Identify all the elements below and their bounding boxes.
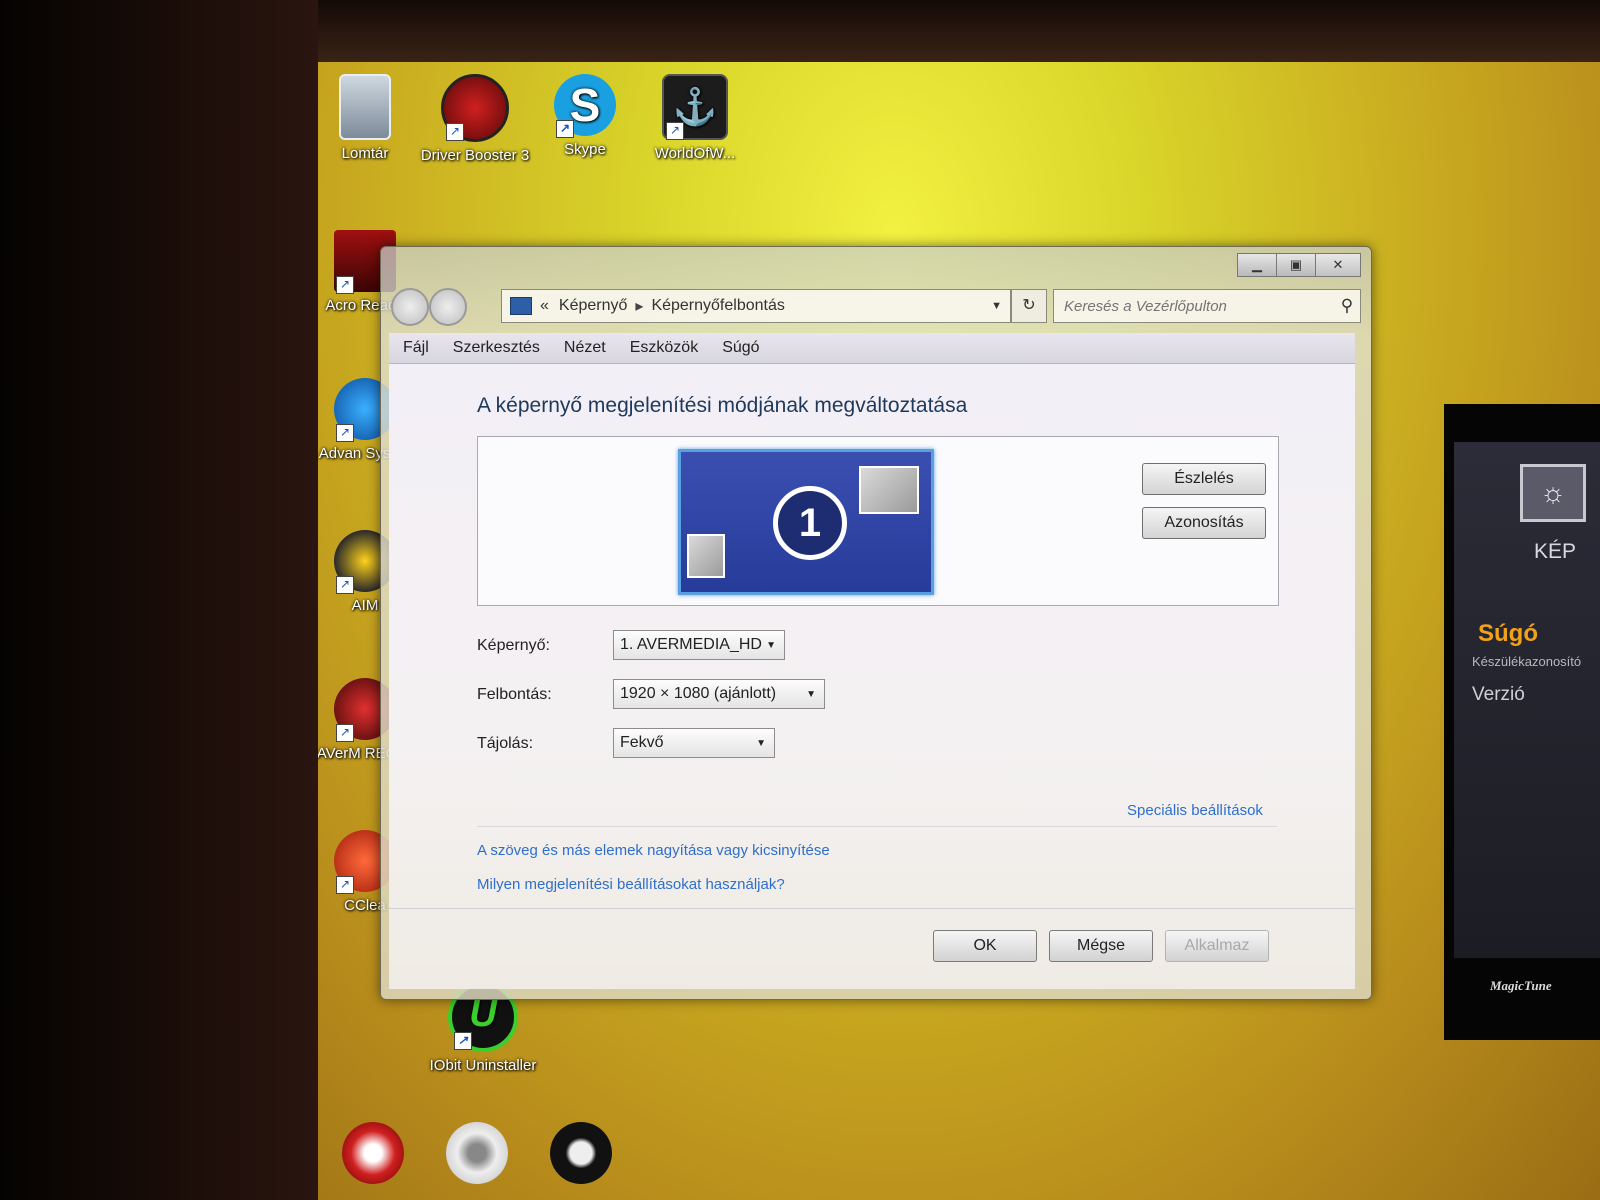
display-settings-help-link[interactable]: Milyen megjelenítési beállításokat haszn… — [477, 876, 785, 893]
monitor-brightness-icon[interactable]: ☼ — [1520, 464, 1586, 522]
minimize-icon: ▁ — [1252, 257, 1262, 272]
maximize-icon: ▣ — [1289, 257, 1303, 272]
menu-file[interactable]: Fájl — [403, 339, 429, 357]
search-box: ⚲ — [1053, 289, 1361, 323]
back-button[interactable] — [391, 288, 429, 326]
cancel-button[interactable]: Mégse — [1049, 930, 1153, 962]
menu-bar: Fájl Szerkesztés Nézet Eszközök Súgó — [389, 333, 1355, 364]
world-of-warships-icon: ⚓ ↗ — [662, 74, 728, 140]
chevron-down-icon: ▼ — [766, 639, 776, 651]
ok-button[interactable]: OK — [933, 930, 1037, 962]
breadcrumb-item-resolution[interactable]: Képernyőfelbontás — [651, 297, 784, 315]
breadcrumb-item-display[interactable]: Képernyő — [559, 297, 628, 315]
caption-buttons: ▁ ▣ ✕ — [1237, 253, 1361, 277]
identify-button[interactable]: Azonosítás — [1142, 507, 1266, 539]
display-select-value: 1. AVERMEDIA_HD — [620, 636, 762, 653]
chevron-down-icon[interactable]: ▼ — [991, 300, 1002, 312]
desktop-icon-bottom-2[interactable] — [422, 1122, 532, 1188]
magictune-menu: ☼ KÉP Súgó Készülékazonosító Verzió — [1454, 442, 1600, 958]
magictune-section-title: KÉP — [1534, 540, 1577, 563]
advanced-settings-link[interactable]: Speciális beállítások — [1127, 802, 1263, 819]
close-icon: ✕ — [1332, 257, 1344, 272]
mini-window-icon — [859, 466, 919, 514]
breadcrumb-separator-icon[interactable]: ▸ — [635, 296, 643, 316]
shortcut-arrow-icon: ↗ — [666, 122, 684, 140]
shortcut-arrow-icon: ↗ — [446, 123, 464, 141]
resolution-label: Felbontás: — [477, 686, 552, 703]
section-divider — [477, 826, 1277, 827]
refresh-icon: ↻ — [1022, 297, 1036, 314]
monitor-thumbnail[interactable]: 1 — [678, 449, 934, 595]
footer-divider — [389, 908, 1355, 909]
menu-tools[interactable]: Eszközök — [630, 339, 698, 357]
refresh-button[interactable]: ↻ — [1011, 289, 1047, 323]
magictune-help-item[interactable]: Súgó — [1478, 620, 1538, 648]
close-button[interactable]: ✕ — [1315, 253, 1361, 277]
desktop-icon-skype[interactable]: S ↗ Skype — [530, 74, 640, 159]
webcam-icon — [446, 1122, 508, 1184]
magictune-panel: ☼ KÉP Súgó Készülékazonosító Verzió Magi… — [1444, 404, 1600, 1040]
desktop-icon-bottom-3[interactable] — [526, 1122, 636, 1188]
minimize-button[interactable]: ▁ — [1237, 253, 1277, 277]
shortcut-arrow-icon: ↗ — [336, 876, 354, 894]
orientation-label: Tájolás: — [477, 735, 534, 752]
resolution-select-value: 1920 × 1080 (ajánlott) — [620, 685, 777, 702]
magictune-version-item[interactable]: Verzió — [1472, 684, 1525, 706]
orientation-select[interactable]: Fekvő ▼ — [613, 728, 775, 758]
magictune-device-id-item[interactable]: Készülékazonosító — [1472, 654, 1581, 669]
shortcut-arrow-icon: ↗ — [336, 576, 354, 594]
display-select[interactable]: 1. AVERMEDIA_HD ▼ — [613, 630, 785, 660]
recycle-bin-icon — [339, 74, 391, 140]
control-panel-icon — [510, 297, 532, 315]
shortcut-arrow-icon: ↗ — [556, 120, 574, 138]
orientation-select-value: Fekvő — [620, 734, 664, 751]
screen-resolution-window: ▁ ▣ ✕ « Képernyő ▸ Képernyőfelbontás ▼ ↻… — [380, 246, 1372, 1000]
skype-icon: S ↗ — [554, 74, 616, 138]
page-title: A képernyő megjelenítési módjának megvál… — [477, 394, 968, 417]
desktop-icon-driver-booster[interactable]: ↗ Driver Booster 3 — [420, 74, 530, 165]
search-icon[interactable]: ⚲ — [1334, 296, 1360, 316]
address-bar[interactable]: « Képernyő ▸ Képernyőfelbontás ▼ — [501, 289, 1011, 323]
mini-window-icon — [687, 534, 725, 578]
monitor-bezel-left — [0, 0, 318, 1200]
desktop-icon-recycle-bin[interactable]: Lomtár — [318, 74, 420, 163]
shortcut-arrow-icon: ↗ — [336, 724, 354, 742]
chevron-down-icon: ▼ — [806, 688, 816, 700]
detect-button[interactable]: Észlelés — [1142, 463, 1266, 495]
chevron-down-icon: ▼ — [756, 737, 766, 749]
red-app-icon — [342, 1122, 404, 1184]
desktop-icon-world-of-warships[interactable]: ⚓ ↗ WorldOfW... — [640, 74, 750, 163]
magictune-logo: MagicTune — [1490, 978, 1552, 993]
menu-help[interactable]: Súgó — [722, 339, 759, 357]
forward-button[interactable] — [429, 288, 467, 326]
driver-booster-icon: ↗ — [441, 74, 509, 142]
text-size-link[interactable]: A szöveg és más elemek nagyítása vagy ki… — [477, 842, 830, 859]
menu-view[interactable]: Nézet — [564, 339, 606, 357]
resolution-select[interactable]: 1920 × 1080 (ajánlott) ▼ — [613, 679, 825, 709]
display-label: Képernyő: — [477, 637, 550, 654]
obs-icon — [550, 1122, 612, 1184]
apply-button[interactable]: Alkalmaz — [1165, 930, 1269, 962]
monitor-layout-area: 1 Észlelés Azonosítás — [477, 436, 1279, 606]
maximize-button[interactable]: ▣ — [1276, 253, 1316, 277]
monitor-number-badge: 1 — [773, 486, 847, 560]
desktop-icon-bottom-1[interactable] — [318, 1122, 428, 1188]
shortcut-arrow-icon: ↗ — [454, 1032, 472, 1050]
search-input[interactable] — [1054, 296, 1334, 316]
shortcut-arrow-icon: ↗ — [336, 276, 354, 294]
shortcut-arrow-icon: ↗ — [336, 424, 354, 442]
content-pane: A képernyő megjelenítési módjának megvál… — [389, 364, 1355, 989]
breadcrumb-overflow[interactable]: « — [540, 297, 549, 315]
menu-edit[interactable]: Szerkesztés — [453, 339, 540, 357]
